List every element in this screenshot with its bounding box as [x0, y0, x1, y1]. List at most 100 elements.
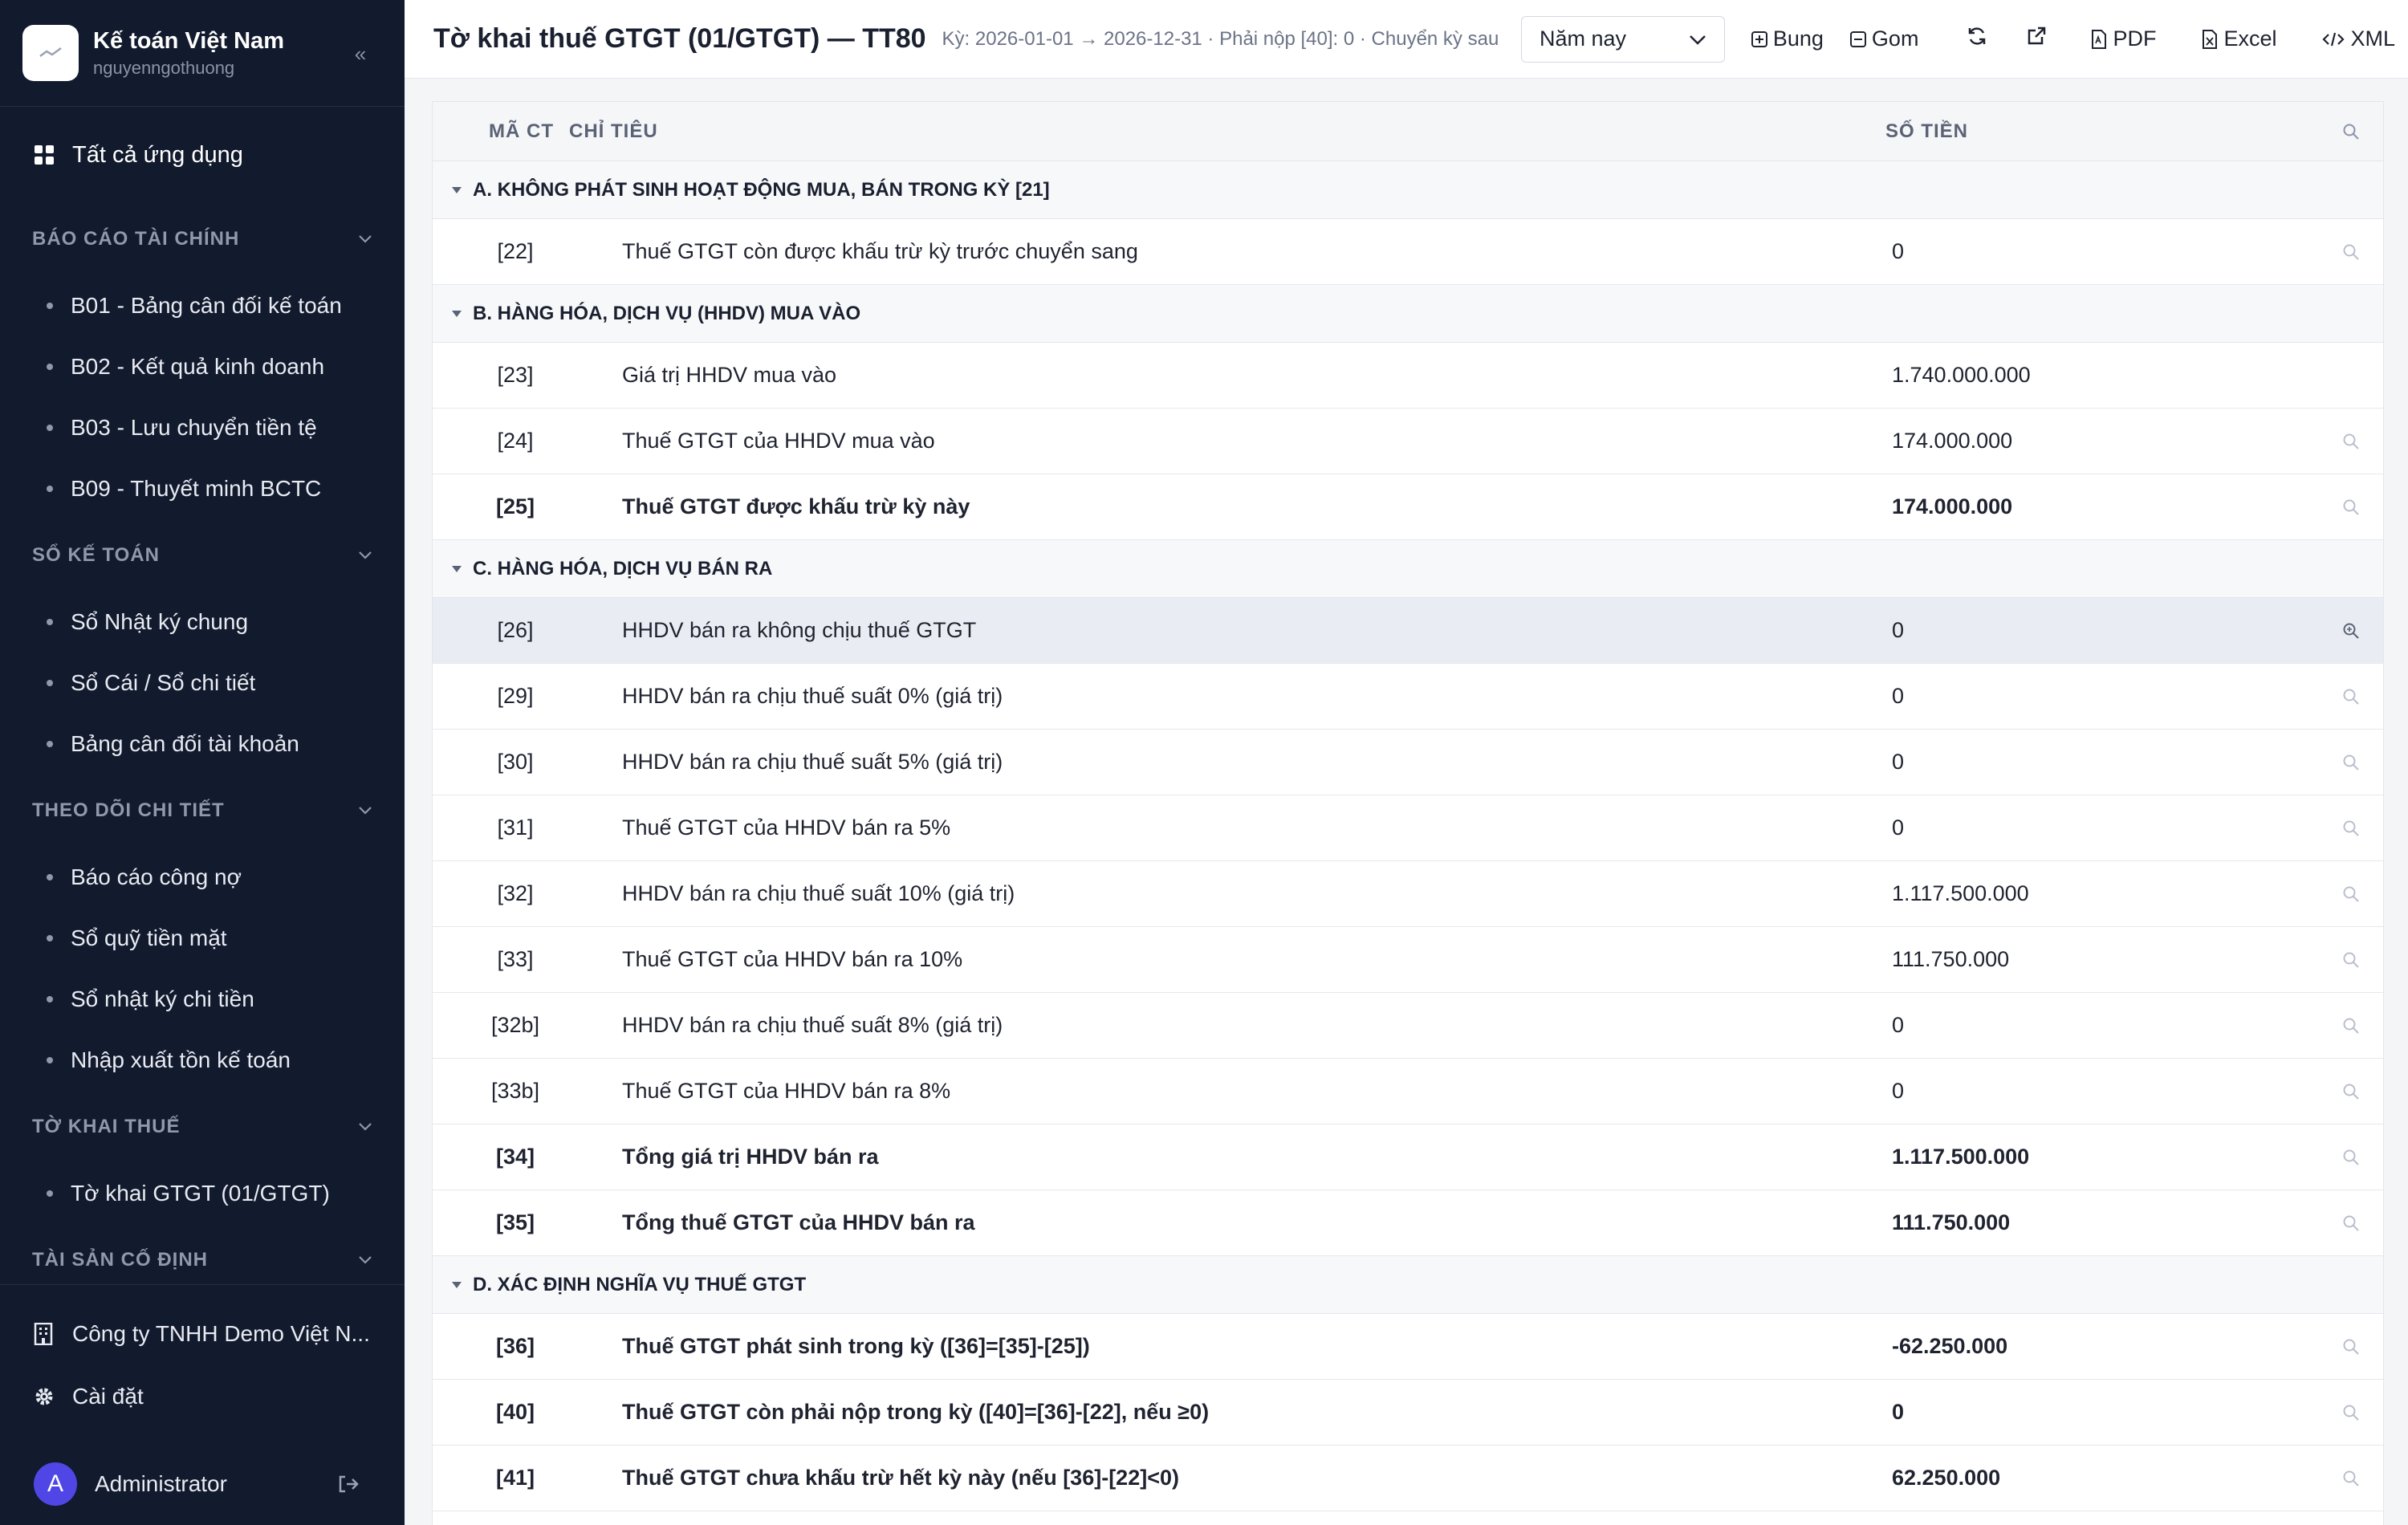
table-row[interactable]: [29] HHDV bán ra chịu thuế suất 0% (giá t…: [433, 664, 2383, 730]
sidebar-section-title: Tài sản cố định: [32, 1249, 208, 1271]
user-profile[interactable]: A Administrator: [0, 1446, 405, 1523]
sidebar-item[interactable]: Sổ quỹ tiền mặt: [0, 908, 405, 969]
drilldown-search-icon[interactable]: [2319, 433, 2383, 450]
row-name: HHDV bán ra chịu thuế suất 5% (giá trị): [622, 750, 1003, 774]
drilldown-search-icon[interactable]: [2319, 1214, 2383, 1232]
drilldown-search-icon[interactable]: [2319, 1017, 2383, 1035]
caret-down-icon[interactable]: [450, 309, 463, 319]
caret-down-icon[interactable]: [450, 564, 463, 574]
sidebar-section-header[interactable]: Theo dõi chi tiết: [0, 775, 405, 847]
table-row[interactable]: [36] Thuế GTGT phát sinh trong kỳ ([36]=[…: [433, 1314, 2383, 1380]
table-row[interactable]: [41] Thuế GTGT chưa khấu trừ hết kỳ này (…: [433, 1446, 2383, 1511]
sidebar-section-header[interactable]: Sổ kế toán: [0, 519, 405, 592]
row-code: [24]: [497, 429, 534, 453]
table-row[interactable]: [25] Thuế GTGT được khấu trừ kỳ này 174.00…: [433, 474, 2383, 540]
table-row[interactable]: [22] Thuế GTGT còn được khấu trừ kỳ trước…: [433, 219, 2383, 285]
row-name: Thuế GTGT của HHDV mua vào: [622, 429, 935, 453]
all-apps-label: Tất cả ứng dụng: [72, 141, 243, 168]
table-row[interactable]: [32] HHDV bán ra chịu thuế suất 10% (giá …: [433, 861, 2383, 927]
table-row[interactable]: [33] Thuế GTGT của HHDV bán ra 10% 111.750…: [433, 927, 2383, 993]
sidebar-item[interactable]: Sổ Nhật ký chung: [0, 592, 405, 653]
drilldown-search-icon[interactable]: [2319, 1083, 2383, 1100]
drilldown-search-icon[interactable]: [2319, 622, 2383, 640]
collapse-all-button[interactable]: Gom: [1837, 17, 1932, 62]
table-row[interactable]: [30] HHDV bán ra chịu thuế suất 5% (giá t…: [433, 730, 2383, 795]
all-apps-link[interactable]: Tất cả ứng dụng: [0, 107, 405, 203]
admin-name: Administrator: [95, 1471, 227, 1496]
drilldown-search-icon[interactable]: [2319, 951, 2383, 969]
row-code: [31]: [497, 815, 534, 840]
column-search-icon[interactable]: [2319, 123, 2383, 140]
drilldown-search-icon[interactable]: [2319, 819, 2383, 837]
table-row[interactable]: [34] Tổng giá trị HHDV bán ra 1.117.500.00…: [433, 1124, 2383, 1190]
table-group-row[interactable]: C. HÀNG HÓA, DỊCH VỤ BÁN RA: [433, 540, 2383, 598]
sidebar-item[interactable]: Nhập xuất tồn kế toán: [0, 1030, 405, 1091]
drilldown-search-icon[interactable]: [2319, 885, 2383, 903]
sidebar-item[interactable]: B01 - Bảng cân đối kế toán: [0, 275, 405, 336]
sidebar-item[interactable]: Sổ Cái / Sổ chi tiết: [0, 653, 405, 714]
sidebar-item[interactable]: Báo cáo công nợ: [0, 847, 405, 908]
sidebar-item[interactable]: Bảng cân đối tài khoản: [0, 714, 405, 775]
sidebar-section-header[interactable]: Tờ khai thuế: [0, 1091, 405, 1163]
table-group-row[interactable]: D. XÁC ĐỊNH NGHĨA VỤ THUẾ GTGT: [433, 1256, 2383, 1314]
table-row[interactable]: [35] Tổng thuế GTGT của HHDV bán ra 111.75…: [433, 1190, 2383, 1256]
export-xml-button[interactable]: XML: [2308, 17, 2408, 62]
bullet-icon: [47, 364, 53, 370]
sidebar-item[interactable]: B03 - Lưu chuyển tiền tệ: [0, 397, 405, 458]
refresh-button[interactable]: [1947, 17, 2007, 62]
sidebar-item-label: Tờ khai GTGT (01/GTGT): [71, 1181, 330, 1206]
column-header-code[interactable]: MÃ CT: [433, 120, 569, 143]
table-row[interactable]: [31] Thuế GTGT của HHDV bán ra 5% 0: [433, 795, 2383, 861]
column-header-amount[interactable]: SỐ TIỀN: [1885, 120, 2319, 143]
building-icon: [34, 1323, 72, 1345]
expand-all-button[interactable]: Bung: [1738, 17, 1837, 62]
table-row[interactable]: [23] Giá trị HHDV mua vào 1.740.000.000: [433, 343, 2383, 409]
table-row[interactable]: [33b] Thuế GTGT của HHDV bán ra 8% 0: [433, 1059, 2383, 1124]
export-pdf-button[interactable]: PDF: [2077, 17, 2169, 62]
row-amount: 0: [1892, 750, 1905, 774]
table-row[interactable]: [40] Thuế GTGT còn phải nộp trong kỳ ([40…: [433, 1380, 2383, 1446]
row-code: [26]: [497, 618, 534, 642]
table-row[interactable]: [24] Thuế GTGT của HHDV mua vào 174.000.00…: [433, 409, 2383, 474]
settings-link[interactable]: Cài đặt: [0, 1365, 405, 1428]
table-row[interactable]: [43]Thuế GTGT còn được khấu trừ chuyển k…: [433, 1511, 2383, 1525]
tax-declaration-table: MÃ CT CHỈ TIÊU SỐ TIỀN A. KHÔNG PHÁT SIN…: [432, 101, 2384, 1525]
company-name: Công ty TNHH Demo Việt N...: [72, 1321, 370, 1346]
sidebar-item[interactable]: Tờ khai GTGT (01/GTGT): [0, 1163, 405, 1224]
drilldown-search-icon[interactable]: [2319, 754, 2383, 771]
caret-down-icon[interactable]: [450, 185, 463, 195]
period-select[interactable]: Năm nay: [1520, 15, 1725, 63]
drilldown-search-icon[interactable]: [2319, 243, 2383, 261]
row-amount: 1.740.000.000: [1892, 363, 2031, 387]
table-group-row[interactable]: A. KHÔNG PHÁT SINH HOẠT ĐỘNG MUA, BÁN TR…: [433, 161, 2383, 219]
period-select-value: Năm nay: [1539, 26, 1627, 51]
refresh-icon: [1967, 26, 1987, 52]
sidebar-item[interactable]: B09 - Thuyết minh BCTC: [0, 458, 405, 519]
column-header-name[interactable]: CHỈ TIÊU: [569, 120, 1885, 143]
sidebar-item[interactable]: B02 - Kết quả kinh doanh: [0, 336, 405, 397]
drilldown-search-icon[interactable]: [2319, 1404, 2383, 1421]
row-name: HHDV bán ra chịu thuế suất 10% (giá trị): [622, 881, 1015, 905]
sidebar-section-header[interactable]: Báo cáo tài chính: [0, 203, 405, 275]
drilldown-search-icon[interactable]: [2319, 1338, 2383, 1356]
drilldown-search-icon[interactable]: [2319, 688, 2383, 706]
sidebar-section-header[interactable]: Tài sản cố định: [0, 1224, 405, 1287]
table-row[interactable]: [32b] HHDV bán ra chịu thuế suất 8% (giá …: [433, 993, 2383, 1059]
logout-icon[interactable]: [337, 1474, 360, 1494]
group-title: B. HÀNG HÓA, DỊCH VỤ (HHDV) MUA VÀO: [473, 302, 861, 324]
group-title: C. HÀNG HÓA, DỊCH VỤ BÁN RA: [473, 557, 773, 580]
export-excel-button[interactable]: Excel: [2188, 17, 2289, 62]
row-code: [34]: [495, 1145, 535, 1169]
drilldown-search-icon[interactable]: [2319, 498, 2383, 516]
collapse-sidebar-button[interactable]: «: [347, 40, 374, 67]
drilldown-search-icon[interactable]: [2319, 1470, 2383, 1487]
table-group-row[interactable]: B. HÀNG HÓA, DỊCH VỤ (HHDV) MUA VÀO: [433, 285, 2383, 343]
sidebar-item-label: B01 - Bảng cân đối kế toán: [71, 293, 342, 318]
caret-down-icon[interactable]: [450, 1280, 463, 1290]
table-row[interactable]: [26] HHDV bán ra không chịu thuế GTGT 0: [433, 598, 2383, 664]
drilldown-search-icon[interactable]: [2319, 1149, 2383, 1166]
open-external-button[interactable]: [2007, 17, 2066, 62]
company-switcher[interactable]: Công ty TNHH Demo Việt N...: [0, 1303, 405, 1365]
row-name: Tổng giá trị HHDV bán ra: [622, 1145, 879, 1169]
sidebar-item[interactable]: Sổ nhật ký chi tiền: [0, 969, 405, 1030]
